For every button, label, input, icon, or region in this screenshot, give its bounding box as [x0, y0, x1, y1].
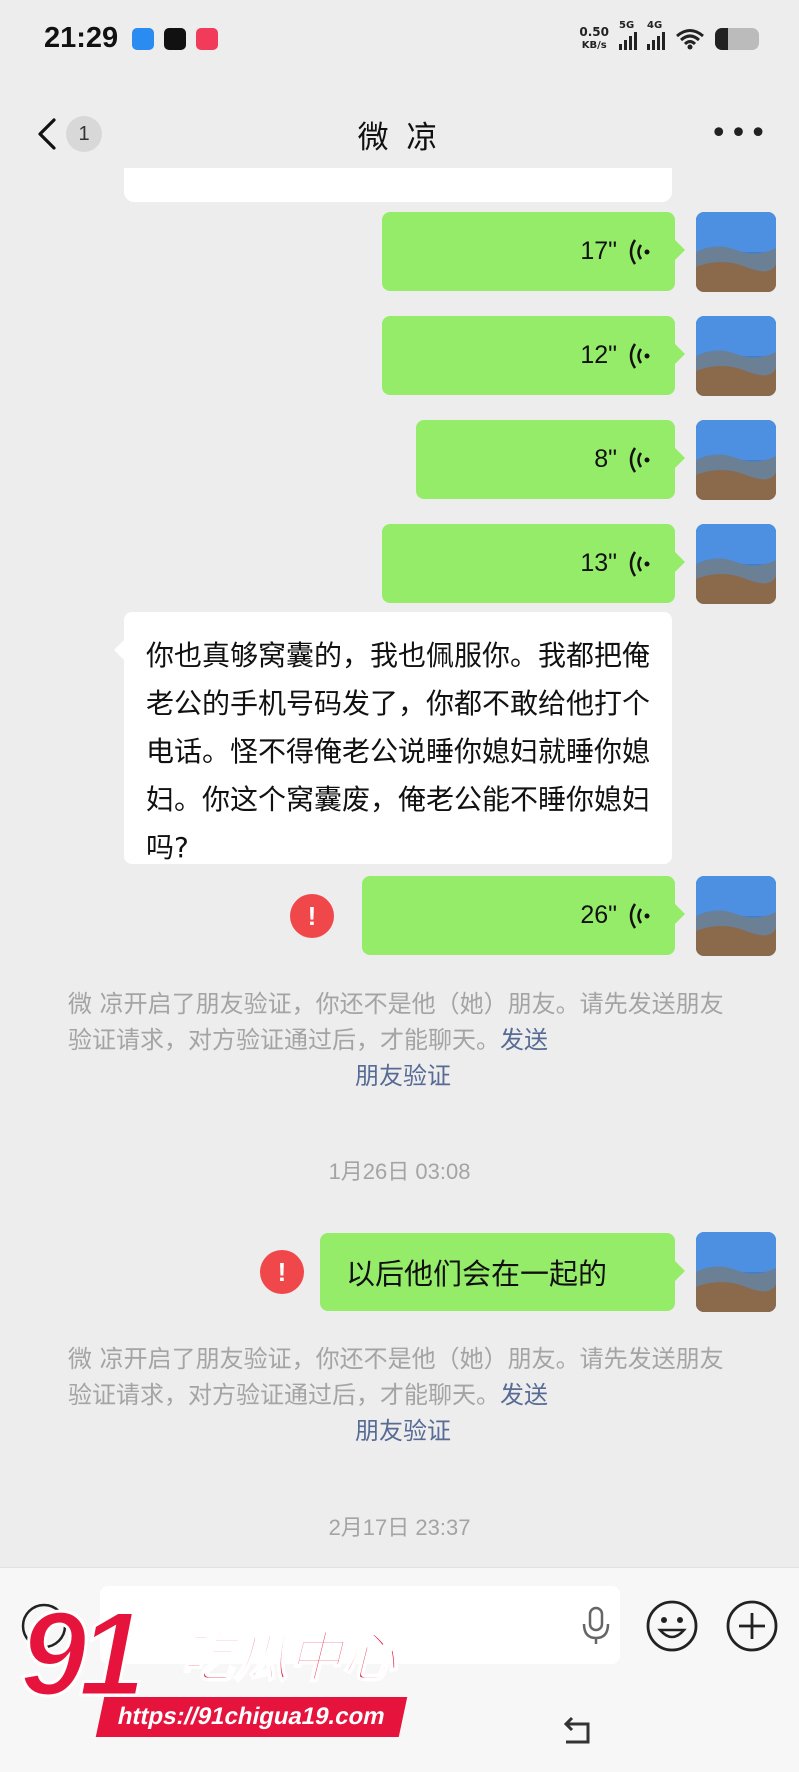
system-notice: 微 凉开启了朋友验证，你还不是他（她）朋友。请先发送朋友验证请求，对方验证通过后… — [68, 1341, 738, 1449]
signal-5g-label: 5G — [619, 20, 635, 31]
voice-wave-icon — [629, 903, 650, 929]
wifi-icon — [676, 29, 704, 50]
incoming-message-text: 你也真够窝囊的，我也佩服你。我都把俺老公的手机号码发了，你都不敢给他打个电话。怪… — [146, 639, 651, 864]
voice-wave-icon — [629, 551, 650, 577]
plus-icon[interactable] — [724, 1598, 780, 1654]
signal-4g-label: 4G — [647, 20, 663, 31]
net-speed-unit: KB/s — [581, 40, 607, 51]
voice-message-bubble[interactable]: 13" — [382, 524, 685, 603]
partial-message-bubble — [124, 168, 672, 202]
more-options-icon[interactable]: ••• — [710, 119, 769, 149]
voice-duration: 26" — [580, 901, 617, 929]
battery-icon — [715, 28, 759, 50]
send-friend-request-link[interactable]: 发送 — [500, 1381, 548, 1409]
notification-icons — [132, 28, 218, 50]
voice-duration: 13" — [580, 549, 617, 577]
send-failed-icon[interactable]: ! — [260, 1250, 304, 1294]
my-avatar[interactable] — [696, 524, 776, 604]
net-speed: 0.50 KB/s — [579, 26, 609, 52]
voice-duration: 8" — [594, 445, 617, 473]
voice-wave-icon — [629, 447, 650, 473]
tiktok-icon — [164, 28, 186, 50]
status-indicators: 0.50 KB/s 5G 4G — [579, 20, 759, 52]
incoming-text-bubble[interactable]: 你也真够窝囊的，我也佩服你。我都把俺老公的手机号码发了，你都不敢给他打个电话。怪… — [114, 612, 672, 864]
my-avatar[interactable] — [696, 420, 776, 500]
app-notification-icon — [196, 28, 218, 50]
voice-message-bubble[interactable]: 12" — [382, 316, 685, 395]
status-bar: 21:29 0.50 KB/s 5G 4G — [0, 0, 799, 86]
voice-wave-icon — [629, 343, 650, 369]
voice-duration: 12" — [580, 341, 617, 369]
signal-4g-icon: 4G — [647, 20, 665, 50]
outgoing-message-text: 以后他们会在一起的 — [346, 1257, 608, 1291]
system-back-icon[interactable] — [558, 1712, 598, 1752]
voice-duration: 17" — [580, 237, 617, 265]
system-notice-text: 微 凉开启了朋友验证，你还不是他（她）朋友。请先发送朋友验证请求，对方验证通过后… — [68, 1345, 724, 1409]
signal-5g-icon: 5G — [619, 20, 637, 50]
friend-verification-link[interactable]: 朋友验证 — [68, 1413, 738, 1449]
timestamp: 2月17日 23:37 — [328, 1515, 471, 1540]
my-avatar[interactable] — [696, 1232, 776, 1312]
chat-title: 微 凉 — [357, 120, 442, 156]
outgoing-text-bubble[interactable]: 以后他们会在一起的 — [320, 1233, 685, 1311]
voice-message-bubble[interactable]: 17" — [382, 212, 685, 291]
voice-message-bubble[interactable]: 8" — [416, 420, 685, 499]
status-time: 21:29 — [44, 22, 119, 54]
app-notification-icon — [132, 28, 154, 50]
watermark-brand: 吃瓜中心 — [179, 1625, 397, 1690]
microphone-icon[interactable] — [580, 1606, 612, 1646]
send-failed-icon[interactable]: ! — [290, 894, 334, 938]
my-avatar[interactable] — [696, 316, 776, 396]
voice-message-bubble[interactable]: 26" — [362, 876, 685, 955]
net-speed-value: 0.50 — [579, 25, 609, 39]
timestamp: 1月26日 03:08 — [328, 1159, 471, 1184]
my-avatar[interactable] — [696, 876, 776, 956]
friend-verification-link[interactable]: 朋友验证 — [68, 1058, 738, 1094]
system-notice: 微 凉开启了朋友验证，你还不是他（她）朋友。请先发送朋友验证请求，对方验证通过后… — [68, 986, 738, 1094]
watermark-logo: 91 吃瓜中心 https://91chigua19.com — [18, 1585, 440, 1765]
send-friend-request-link[interactable]: 发送 — [500, 1026, 548, 1054]
voice-wave-icon — [629, 239, 650, 265]
emoji-icon[interactable] — [644, 1598, 700, 1654]
watermark-url: https://91chigua19.com — [95, 1697, 407, 1737]
system-notice-text: 微 凉开启了朋友验证，你还不是他（她）朋友。请先发送朋友验证请求，对方验证通过后… — [68, 990, 724, 1054]
my-avatar[interactable] — [696, 212, 776, 292]
